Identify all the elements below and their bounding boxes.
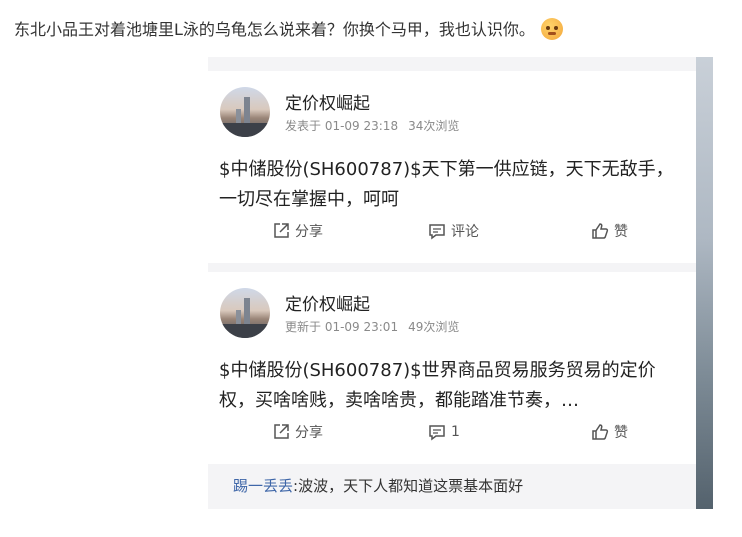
like-button[interactable]: 赞 [590, 422, 628, 442]
avatar[interactable] [220, 288, 270, 338]
post-time: 发表于 01-09 23:18 [285, 119, 399, 133]
share-icon [274, 223, 289, 238]
like-label: 赞 [614, 224, 628, 240]
post-actions: 分享 1 赞 [208, 422, 696, 452]
like-label: 赞 [614, 425, 628, 441]
share-label: 分享 [295, 224, 323, 240]
post-views: 34次浏览 [408, 119, 460, 133]
shared-posts-panel: 定价权崛起 发表于 01-09 23:18 34次浏览 $中储股份(SH60078… [208, 57, 713, 509]
avatar[interactable] [220, 87, 270, 137]
comment-icon [429, 425, 445, 441]
post-actions: 分享 评论 赞 [208, 221, 696, 251]
comment-icon [429, 224, 445, 240]
author-name[interactable]: 定价权崛起 [285, 290, 370, 315]
comment-button[interactable]: 评论 [427, 221, 479, 241]
top-comment-text: 东北小品王对着池塘里L泳的乌龟怎么说来着？你换个马甲，我也认识你。 [14, 20, 535, 39]
post-content[interactable]: $中储股份(SH600787)$天下第一供应链，天下无敌手，一切尽在掌握中，呵呵 [219, 155, 685, 215]
post-content[interactable]: $中储股份(SH600787)$世界商品贸易服务贸易的定价权，买啥啥贱，卖啥啥贵… [219, 356, 685, 416]
thinking-face-emoji-icon [540, 18, 563, 40]
comment-count: 1 [451, 424, 460, 440]
share-label: 分享 [295, 425, 323, 441]
share-button[interactable]: 分享 [271, 221, 323, 241]
reply-comment: 踢一丢丢:波波，天下人都知道这票基本面好 [208, 464, 696, 509]
post-views: 49次浏览 [408, 320, 460, 334]
post-card[interactable]: 定价权崛起 发表于 01-09 23:18 34次浏览 $中储股份(SH60078… [208, 71, 696, 263]
post-meta: 发表于 01-09 23:18 34次浏览 [285, 117, 459, 134]
author-name[interactable]: 定价权崛起 [285, 89, 370, 114]
thumbs-up-icon [592, 424, 609, 440]
background-photo-edge [696, 57, 713, 509]
post-time: 更新于 01-09 23:01 [285, 320, 399, 334]
top-comment: 东北小品王对着池塘里L泳的乌龟怎么说来着？你换个马甲，我也认识你。 [14, 18, 563, 42]
reply-text: :波波，天下人都知道这票基本面好 [293, 477, 524, 495]
share-button[interactable]: 分享 [271, 422, 323, 442]
comment-button[interactable]: 1 [427, 422, 460, 442]
like-button[interactable]: 赞 [590, 221, 628, 241]
thumbs-up-icon [592, 223, 609, 239]
post-meta: 更新于 01-09 23:01 49次浏览 [285, 318, 459, 335]
reply-username[interactable]: 踢一丢丢 [233, 477, 293, 495]
share-icon [274, 424, 289, 439]
post-card[interactable]: 定价权崛起 更新于 01-09 23:01 49次浏览 $中储股份(SH60078… [208, 272, 696, 464]
comment-label: 评论 [451, 224, 479, 240]
